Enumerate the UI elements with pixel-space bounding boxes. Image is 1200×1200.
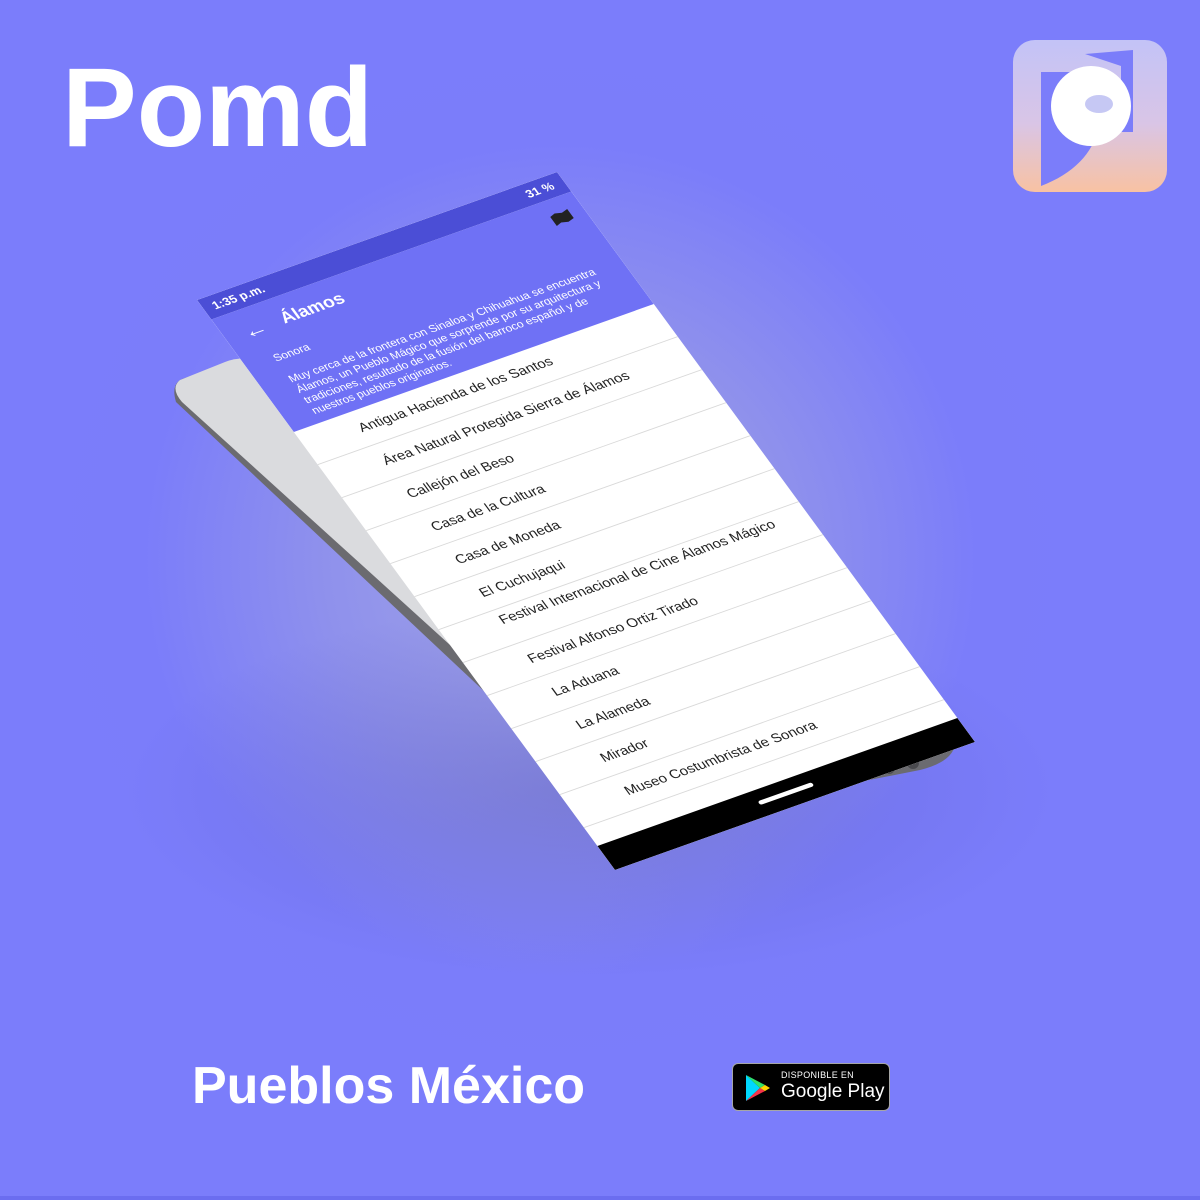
bottom-border <box>0 1196 1200 1200</box>
page-title: Álamos <box>275 289 350 328</box>
subtitle: Pueblos México <box>192 1057 585 1115</box>
back-arrow-icon[interactable]: ← <box>237 316 274 345</box>
map-icon[interactable] <box>548 208 577 227</box>
google-play-icon <box>746 1075 770 1101</box>
google-play-badge[interactable]: DISPONIBLE EN Google Play <box>732 1063 890 1111</box>
home-gesture-pill[interactable] <box>757 782 815 806</box>
badge-small-text: DISPONIBLE EN <box>781 1070 854 1080</box>
badge-big-text: Google Play <box>781 1081 885 1102</box>
state-label: Sonora <box>270 341 313 364</box>
